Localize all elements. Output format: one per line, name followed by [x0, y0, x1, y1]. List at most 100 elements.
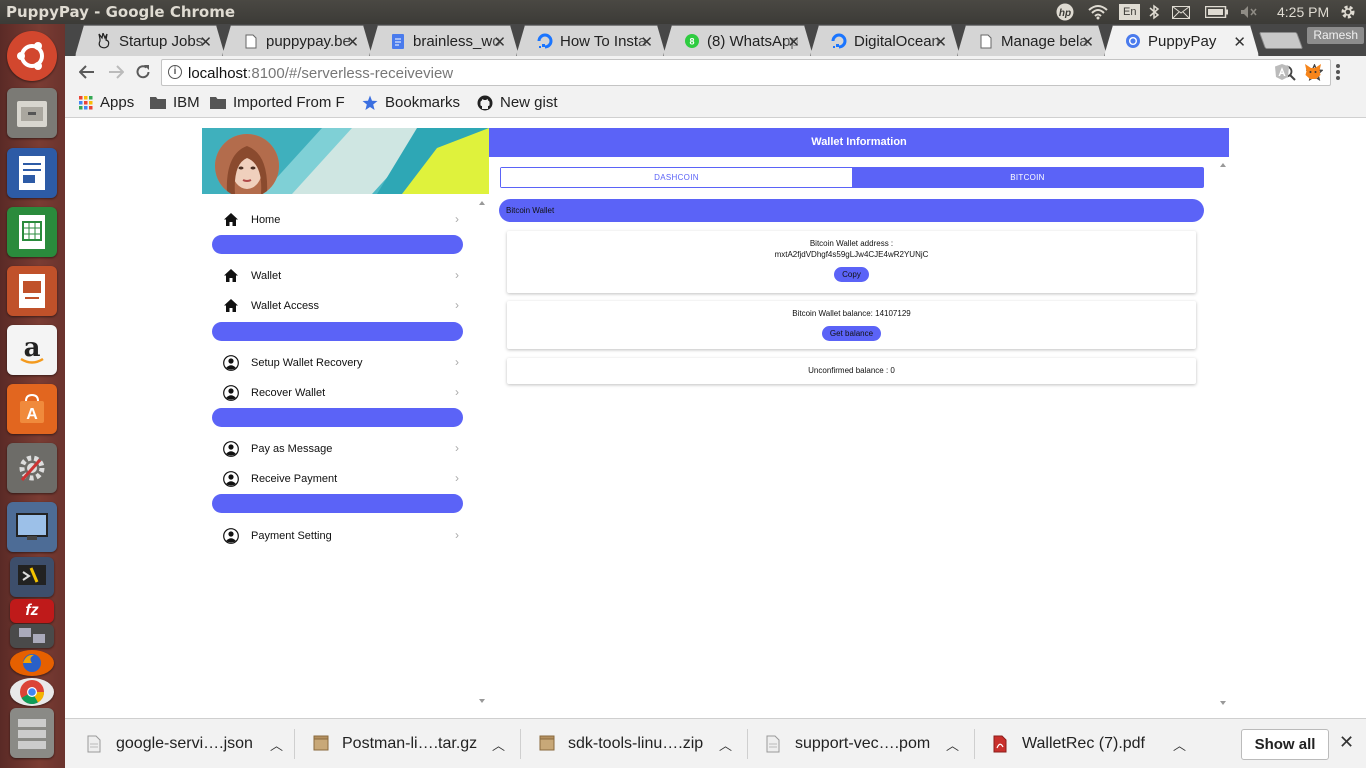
close-tab-icon[interactable]: ✕ [493, 33, 506, 51]
tab-digitalocean[interactable]: DigitalOcean ✕ [810, 25, 960, 56]
close-tab-icon[interactable]: ✕ [346, 33, 359, 51]
screenshot-icon[interactable] [7, 502, 57, 552]
bookmark-imported[interactable]: Imported From F [210, 94, 345, 111]
segment-dashcoin[interactable]: DASHCOIN [501, 168, 852, 187]
url-text[interactable]: localhost:8100/#/serverless-receiveview [188, 65, 453, 82]
address-label: Bitcoin Wallet address : [809, 239, 894, 248]
close-tab-icon[interactable]: ✕ [934, 33, 947, 51]
battery-icon[interactable] [1205, 3, 1229, 21]
filezilla-icon[interactable]: fz [10, 599, 54, 623]
get-balance-button[interactable]: Get balance [821, 326, 882, 341]
chevron-right-icon: › [455, 528, 459, 542]
hp-icon[interactable]: hp [1055, 3, 1075, 21]
volume-muted-icon[interactable] [1240, 3, 1258, 21]
tab-whatsapp[interactable]: 8 (8) WhatsApp ✕ [663, 25, 813, 56]
back-button[interactable] [77, 62, 97, 82]
download-item[interactable]: WalletRec (7).pdf [993, 719, 1145, 769]
chrome-menu-icon[interactable] [1335, 63, 1341, 86]
chevron-right-icon: › [455, 355, 459, 369]
chevron-up-icon[interactable]: ︿ [946, 735, 959, 754]
tab-manage-bela[interactable]: Manage bela ✕ [957, 25, 1107, 56]
keyboard-language-indicator[interactable]: En [1119, 4, 1141, 20]
bookmark-bookmarks[interactable]: Bookmarks [362, 94, 460, 111]
impress-icon[interactable] [7, 266, 57, 316]
reload-button[interactable] [133, 62, 153, 82]
address-bar[interactable]: i localhost:8100/#/serverless-receivevie… [161, 59, 1331, 86]
files-icon[interactable] [7, 88, 57, 138]
github-icon [477, 95, 493, 111]
mail-icon[interactable] [1172, 3, 1190, 21]
person-icon [223, 355, 239, 371]
menu-header-banner [202, 128, 489, 194]
bookmarks-bar: Apps IBM Imported From F Bookmarks New g… [65, 88, 1366, 118]
metamask-extension-icon[interactable] [1304, 63, 1322, 85]
chevron-up-icon[interactable]: ︿ [492, 735, 505, 754]
forward-button[interactable] [106, 62, 126, 82]
bluetooth-icon[interactable] [1148, 3, 1160, 21]
segment-bitcoin[interactable]: BITCOIN [852, 168, 1203, 187]
amazon-icon[interactable]: a [7, 325, 57, 375]
folder-icon [150, 96, 166, 109]
menu-item-home[interactable]: Home › [212, 205, 466, 235]
close-tab-icon[interactable]: ✕ [1081, 33, 1094, 51]
terminal-icon[interactable] [10, 557, 54, 597]
close-tab-icon[interactable]: ✕ [1233, 33, 1246, 51]
digitalocean-icon [537, 33, 553, 49]
menu-item-setup-wallet-recovery[interactable]: Setup Wallet Recovery › [212, 348, 466, 378]
network-icon[interactable] [10, 624, 54, 648]
download-item[interactable]: support-vec….pom [766, 719, 930, 769]
tab-puppypay[interactable]: PuppyPay ✕ [1104, 25, 1259, 56]
main-scrollbar[interactable] [1217, 158, 1229, 708]
menu-item-payment-setting[interactable]: Payment Setting › [212, 521, 466, 551]
download-item[interactable]: Postman-li….tar.gz [313, 719, 477, 769]
angular-extension-icon[interactable] [1274, 63, 1290, 86]
menu-scrollbar[interactable] [476, 196, 488, 708]
software-center-icon[interactable]: A [7, 384, 57, 434]
page-title: Wallet Information [489, 128, 1229, 157]
drive-icon[interactable] [10, 708, 54, 758]
chevron-up-icon[interactable]: ︿ [719, 735, 732, 754]
chevron-up-icon[interactable]: ︿ [270, 735, 283, 754]
download-item[interactable]: google-servi….json [87, 719, 253, 769]
menu-item-recover-wallet[interactable]: Recover Wallet › [212, 378, 466, 408]
balance-card: Bitcoin Wallet balance: 14107129 Get bal… [507, 301, 1196, 349]
tab-how-to-install[interactable]: How To Insta ✕ [516, 25, 666, 56]
close-tab-icon[interactable]: ✕ [787, 33, 800, 51]
menu-divider [212, 408, 463, 427]
close-tab-icon[interactable]: ✕ [640, 33, 653, 51]
menu-item-receive-payment[interactable]: Receive Payment › [212, 464, 466, 494]
avatar[interactable] [215, 134, 279, 194]
tab-brainless[interactable]: brainless_wo ✕ [369, 25, 519, 56]
menu-item-wallet[interactable]: Wallet › [212, 261, 466, 291]
clock[interactable]: 4:25 PM [1277, 3, 1329, 21]
tab-startup-jobs[interactable]: Startup Jobs ✕ [75, 25, 225, 56]
bookmark-new-gist[interactable]: New gist [477, 94, 558, 111]
writer-icon[interactable] [7, 148, 57, 198]
file-icon [87, 735, 103, 753]
tab-puppypay-be[interactable]: puppypay.be ✕ [222, 25, 372, 56]
firefox-icon[interactable] [10, 650, 54, 676]
menu-item-pay-as-message[interactable]: Pay as Message › [212, 434, 466, 464]
close-tab-icon[interactable]: ✕ [199, 33, 212, 51]
download-item[interactable]: sdk-tools-linu….zip [539, 719, 703, 769]
wallet-info-panel: Wallet Information DASHCOIN BITCOIN Bitc… [489, 128, 1229, 708]
bookmark-apps[interactable]: Apps [79, 94, 134, 111]
ubuntu-icon[interactable] [7, 31, 57, 81]
info-icon[interactable]: i [168, 65, 182, 79]
system-gear-icon[interactable] [1339, 3, 1357, 21]
calc-icon[interactable] [7, 207, 57, 257]
chevron-right-icon: › [455, 441, 459, 455]
copy-button[interactable]: Copy [834, 267, 869, 282]
chevron-up-icon[interactable]: ︿ [1173, 735, 1186, 754]
download-separator [747, 729, 748, 759]
chrome-icon[interactable] [10, 678, 54, 706]
close-download-shelf-icon[interactable]: ✕ [1339, 732, 1354, 753]
new-tab-button[interactable] [1258, 32, 1304, 49]
wifi-icon[interactable] [1088, 3, 1108, 21]
profile-button[interactable]: Ramesh [1307, 27, 1364, 44]
bookmark-ibm[interactable]: IBM [150, 94, 200, 111]
folder-icon [210, 96, 226, 109]
settings-icon[interactable] [7, 443, 57, 493]
show-all-downloads-button[interactable]: Show all [1241, 729, 1329, 760]
menu-item-wallet-access[interactable]: Wallet Access › [212, 291, 466, 321]
